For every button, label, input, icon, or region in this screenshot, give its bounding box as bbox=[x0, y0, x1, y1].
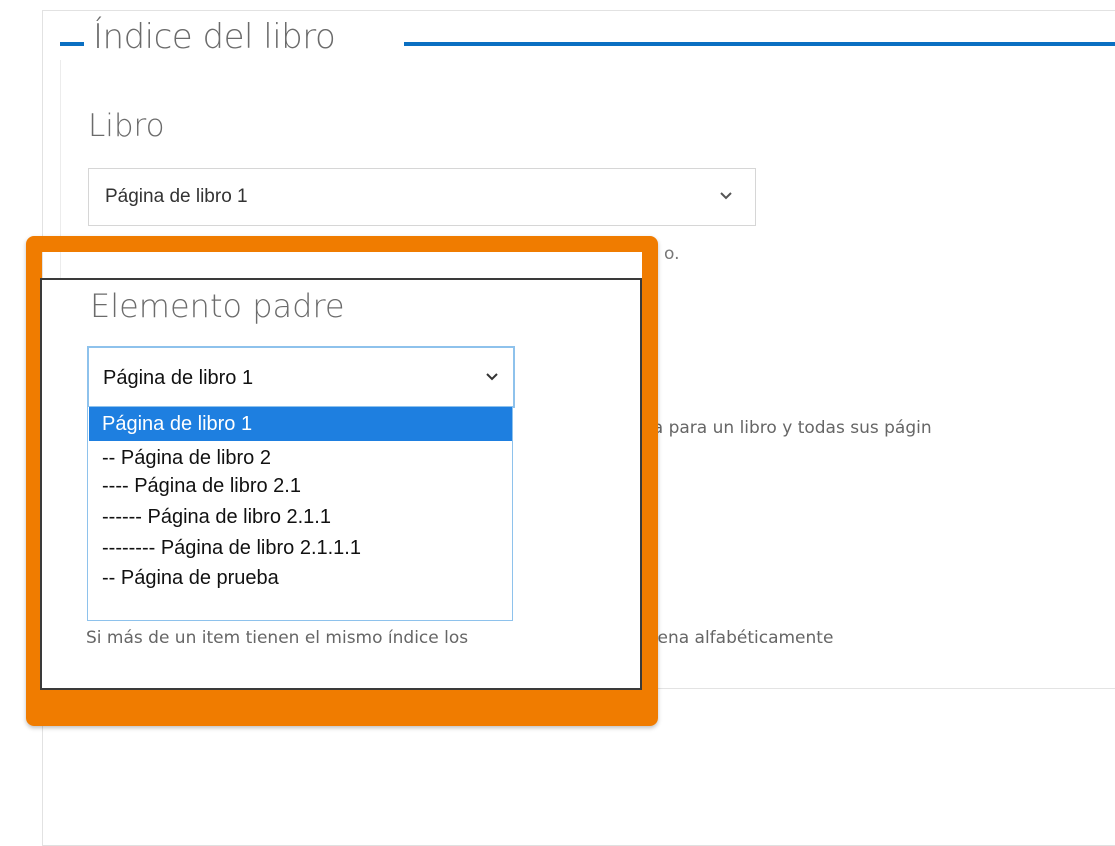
fieldset-border-right bbox=[404, 42, 1115, 46]
parent-element-select[interactable]: Página de libro 1 bbox=[87, 346, 515, 408]
libro-label: Libro bbox=[88, 108, 165, 144]
fieldset-legend: Índice del libro bbox=[93, 17, 336, 57]
page: Índice del libro Libro Página de libro 1… bbox=[0, 0, 1115, 846]
weight-help-text-left: Si más de un item tienen el mismo índice… bbox=[86, 628, 469, 648]
fieldset-border-left bbox=[60, 42, 84, 46]
libro-help-text: o. bbox=[664, 244, 680, 264]
dropdown-option[interactable]: Página de libro 1 bbox=[89, 407, 512, 441]
parent-element-label: Elemento padre bbox=[90, 287, 345, 325]
chevron-down-icon bbox=[719, 189, 733, 203]
weight-help-text-right: rdena alfabéticamente bbox=[640, 628, 834, 648]
dropdown-option[interactable]: -------- Página de libro 2.1.1.1 bbox=[89, 531, 512, 565]
dropdown-option[interactable]: ------ Página de libro 2.1.1 bbox=[89, 500, 512, 534]
parent-select-value: Página de libro 1 bbox=[103, 367, 254, 389]
dropdown-option[interactable]: ---- Página de libro 2.1 bbox=[89, 469, 512, 503]
chevron-down-icon bbox=[485, 370, 499, 384]
libro-select[interactable]: Página de libro 1 bbox=[88, 168, 756, 226]
dropdown-option[interactable]: -- Página de prueba bbox=[89, 561, 512, 595]
libro-select-value: Página de libro 1 bbox=[105, 186, 248, 207]
parent-element-dropdown[interactable]: Página de libro 1 -- Página de libro 2 -… bbox=[87, 407, 513, 621]
